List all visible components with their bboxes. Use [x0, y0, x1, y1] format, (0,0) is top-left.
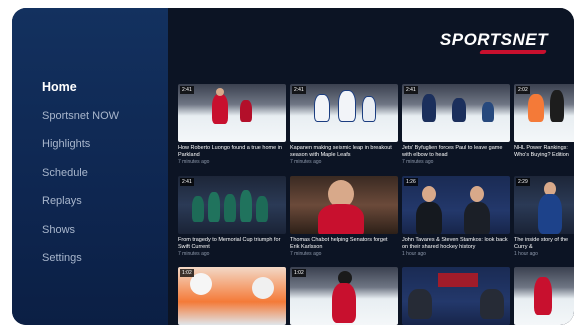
- video-card[interactable]: [402, 267, 510, 325]
- video-title: From tragedy to Memorial Cup triumph for…: [178, 237, 281, 250]
- video-meta: 1 hour ago: [514, 251, 538, 257]
- video-title: NHL Power Rankings: Who's Buying? Editio…: [514, 145, 569, 158]
- nav-item-shows[interactable]: Shows: [42, 221, 119, 250]
- logo-swoosh: [479, 50, 547, 54]
- video-duration: 1:02: [292, 269, 306, 277]
- video-meta: 1 hour ago: [402, 251, 426, 257]
- video-card[interactable]: 2:29 The inside story of the Curry & 1 h…: [514, 176, 574, 257]
- video-card[interactable]: 1:02: [178, 267, 286, 325]
- video-title: Thomas Chabot helping Senators forget Er…: [290, 237, 388, 250]
- nav-item-sportsnet-now[interactable]: Sportsnet NOW: [42, 107, 119, 136]
- video-meta: 7 minutes ago: [402, 159, 434, 165]
- content-area: SPORTSNET 2:41 How Roberto Luongo found …: [168, 8, 574, 325]
- video-title: The inside story of the Curry &: [514, 237, 569, 250]
- video-thumbnail: [290, 176, 398, 234]
- video-duration: 2:41: [180, 178, 194, 186]
- video-duration: 2:41: [292, 86, 306, 94]
- video-thumbnail: 1:02: [178, 267, 286, 325]
- video-title: Jets' Byfuglien forces Paul to leave gam…: [402, 145, 503, 158]
- sportsnet-logo: SPORTSNET: [439, 30, 548, 49]
- tv-screen: Home Sportsnet NOW Highlights Schedule R…: [12, 8, 574, 325]
- video-card[interactable]: 2:41 Kapanen making seismic leap in brea…: [290, 84, 398, 165]
- video-thumbnail: 1:26: [402, 176, 510, 234]
- video-meta: 7 minutes ago: [178, 251, 210, 257]
- nav-menu: Home Sportsnet NOW Highlights Schedule R…: [42, 78, 119, 278]
- video-card[interactable]: Thomas Chabot helping Senators forget Er…: [290, 176, 398, 257]
- video-thumbnail: 2:41: [178, 176, 286, 234]
- video-card[interactable]: 1:26 John Tavares & Steven Stamkos: look…: [402, 176, 510, 257]
- video-thumbnail: [402, 267, 510, 325]
- video-thumbnail: [514, 267, 574, 325]
- video-card[interactable]: 2:02 NHL Power Rankings: Who's Buying? E…: [514, 84, 574, 159]
- video-duration: 2:41: [404, 86, 418, 94]
- video-thumbnail: 2:29: [514, 176, 574, 234]
- nav-item-replays[interactable]: Replays: [42, 192, 119, 221]
- video-card[interactable]: 2:41 From tragedy to Memorial Cup triump…: [178, 176, 286, 257]
- nav-item-schedule[interactable]: Schedule: [42, 164, 119, 193]
- video-card[interactable]: 2:41 Jets' Byfuglien forces Paul to leav…: [402, 84, 510, 165]
- nav-item-settings[interactable]: Settings: [42, 249, 119, 278]
- video-meta: 7 minutes ago: [178, 159, 210, 165]
- video-meta: 7 minutes ago: [290, 159, 322, 165]
- video-duration: 1:26: [404, 178, 418, 186]
- video-thumbnail: 2:41: [290, 84, 398, 142]
- video-title: John Tavares & Steven Stamkos: look back…: [402, 237, 508, 250]
- nav-item-home[interactable]: Home: [42, 78, 119, 107]
- video-card[interactable]: [514, 267, 574, 325]
- video-duration: 2:02: [516, 86, 530, 94]
- video-duration: 2:41: [180, 86, 194, 94]
- video-thumbnail: 1:02: [290, 267, 398, 325]
- video-duration: 2:29: [516, 178, 530, 186]
- video-card[interactable]: 2:41 How Roberto Luongo found a true hom…: [178, 84, 286, 165]
- video-thumbnail: 2:41: [178, 84, 286, 142]
- nav-item-highlights[interactable]: Highlights: [42, 135, 119, 164]
- video-thumbnail: 2:41: [402, 84, 510, 142]
- video-title: Kapanen making seismic leap in breakout …: [290, 145, 392, 158]
- video-meta: 7 minutes ago: [290, 251, 322, 257]
- video-duration: 1:02: [180, 269, 194, 277]
- video-card[interactable]: 1:02: [290, 267, 398, 325]
- video-thumbnail: 2:02: [514, 84, 574, 142]
- video-title: How Roberto Luongo found a true home in …: [178, 145, 282, 158]
- sidebar: Home Sportsnet NOW Highlights Schedule R…: [12, 8, 168, 325]
